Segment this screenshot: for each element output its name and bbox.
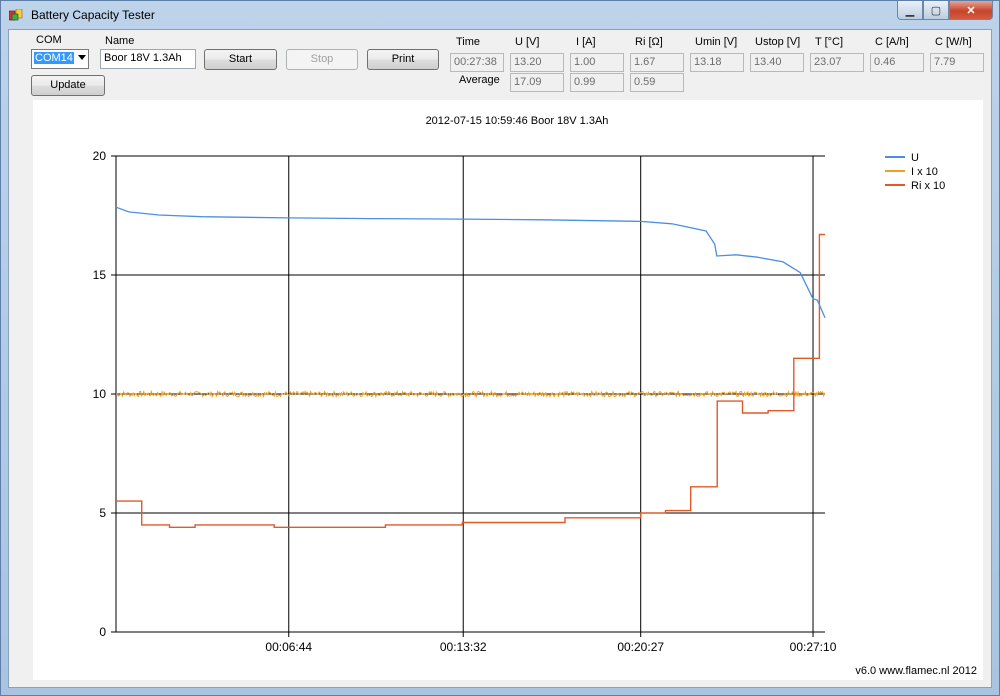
- chart-legend: U I x 10 Ri x 10: [885, 152, 945, 192]
- temp-label: T [°C]: [815, 36, 844, 48]
- com-label: COM: [36, 34, 62, 46]
- x-tick-label: 00:06:44: [265, 640, 312, 654]
- chart-panel: 2012-07-15 10:59:46 Boor 18V 1.3Ah 0 5 10 1…: [33, 100, 983, 680]
- i-current: 1.00: [570, 53, 624, 72]
- com-select-value: COM14: [34, 52, 74, 64]
- legend-label: Ri x 10: [911, 180, 945, 192]
- u-average: 17.09: [510, 73, 564, 92]
- chart-series: [115, 206, 826, 528]
- x-tick-label: 00:27:10: [790, 640, 837, 654]
- time-value: 00:27:38: [450, 53, 504, 72]
- print-button[interactable]: Print: [367, 49, 439, 70]
- cah-current: 0.46: [870, 53, 924, 72]
- minimize-button[interactable]: ▁: [897, 1, 923, 20]
- series-ri-line: [116, 233, 825, 528]
- stop-button[interactable]: Stop: [286, 49, 358, 70]
- update-button[interactable]: Update: [31, 75, 105, 96]
- ri-label: Ri [Ω]: [635, 36, 663, 48]
- ustop-current: 13.40: [750, 53, 804, 72]
- name-input[interactable]: Boor 18V 1.3Ah: [100, 49, 196, 69]
- ustop-label: Ustop [V]: [755, 36, 801, 48]
- chevron-down-icon: [78, 55, 86, 60]
- umin-label: Umin [V]: [695, 36, 738, 48]
- cwh-label: C [W/h]: [935, 36, 972, 48]
- close-button[interactable]: ✕: [949, 1, 993, 20]
- legend-label: U: [911, 152, 919, 164]
- cwh-current: 7.79: [930, 53, 984, 72]
- close-icon: ✕: [966, 4, 976, 17]
- minimize-icon: ▁: [905, 4, 915, 17]
- chart-title: 2012-07-15 10:59:46 Boor 18V 1.3Ah: [426, 115, 609, 127]
- legend-label: I x 10: [911, 166, 938, 178]
- u-label: U [V]: [515, 36, 540, 48]
- y-tick-label: 15: [93, 268, 107, 282]
- client-area: COM COM14 Update Name Boor 18V 1.3Ah Sta…: [8, 29, 992, 688]
- window-title: Battery Capacity Tester: [31, 8, 155, 22]
- title-bar: Battery Capacity Tester ▁ ▢ ✕: [1, 1, 999, 29]
- temp-current: 23.07: [810, 53, 864, 72]
- time-label: Time: [456, 36, 481, 48]
- app-icon: [9, 9, 23, 21]
- com-select[interactable]: COM14: [31, 49, 89, 69]
- i-label: I [A]: [576, 36, 596, 48]
- y-tick-label: 10: [93, 387, 107, 401]
- ri-current: 1.67: [630, 53, 684, 72]
- ri-average: 0.59: [630, 73, 684, 92]
- y-tick-label: 0: [99, 625, 106, 639]
- name-label: Name: [105, 35, 135, 47]
- y-tick-label: 20: [93, 149, 107, 163]
- cah-label: C [A/h]: [875, 36, 909, 48]
- i-average: 0.99: [570, 73, 624, 92]
- discharge-chart: 2012-07-15 10:59:46 Boor 18V 1.3Ah 0 5 10 1…: [93, 115, 946, 654]
- maximize-button[interactable]: ▢: [923, 1, 949, 20]
- x-tick-label: 00:20:27: [617, 640, 664, 654]
- maximize-icon: ▢: [930, 4, 942, 17]
- start-button[interactable]: Start: [204, 49, 277, 70]
- average-label: Average: [459, 74, 500, 86]
- umin-current: 13.18: [690, 53, 744, 72]
- y-tick-label: 5: [99, 506, 106, 520]
- footer-text: v6.0 www.flamec.nl 2012: [855, 665, 977, 677]
- app-window: Battery Capacity Tester ▁ ▢ ✕ COM COM14 …: [0, 0, 1000, 696]
- x-tick-label: 00:13:32: [440, 640, 487, 654]
- u-current: 13.20: [510, 53, 564, 72]
- series-u-line: [115, 206, 826, 319]
